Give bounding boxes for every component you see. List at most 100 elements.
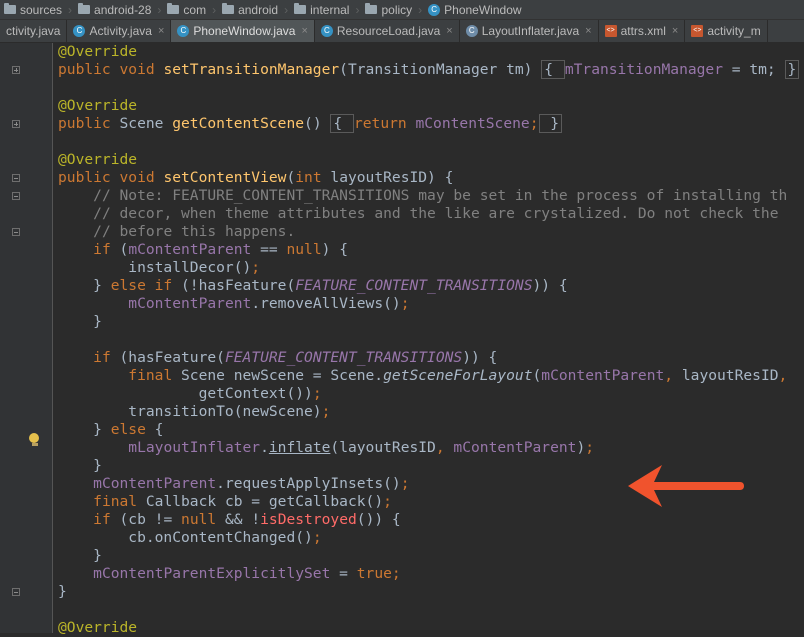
code-line[interactable]: public Scene getContentScene() { return … xyxy=(58,114,804,133)
fold-collapse-icon[interactable] xyxy=(12,192,20,200)
breadcrumb-item[interactable]: android xyxy=(218,0,284,19)
editor-tab[interactable]: ctivity.java xyxy=(0,20,68,42)
breadcrumb-item[interactable]: policy xyxy=(361,0,418,19)
code-line[interactable]: if (cb != null && !isDestroyed()) { xyxy=(58,511,804,529)
breadcrumb-label: android-28 xyxy=(94,2,152,17)
editor-tab[interactable]: C PhoneWindow.java × xyxy=(171,20,315,42)
code-line[interactable]: cb.onContentChanged(); xyxy=(58,529,804,547)
breadcrumb-label: internal xyxy=(310,2,350,17)
code-line[interactable]: @Override xyxy=(58,151,804,169)
code-token: Scene newScene = Scene. xyxy=(181,367,384,384)
code-line[interactable]: @Override xyxy=(58,97,804,115)
close-tab-icon[interactable]: × xyxy=(585,25,591,37)
editor-tab[interactable]: C LayoutInflater.java × xyxy=(460,20,599,42)
code-token: () xyxy=(304,115,331,132)
code-line[interactable]: } xyxy=(58,583,804,601)
breadcrumb-item[interactable]: C PhoneWindow xyxy=(424,0,527,19)
code-token: public void xyxy=(58,169,164,186)
code-line[interactable]: mContentParent.removeAllViews(); xyxy=(58,295,804,313)
fold-collapse-icon[interactable] xyxy=(12,588,20,596)
code-line[interactable]: // decor, when theme attributes and the … xyxy=(58,205,804,223)
code-line[interactable]: @Override xyxy=(58,43,804,61)
code-token: @Override xyxy=(58,151,138,168)
code-token: ; xyxy=(321,403,331,420)
code-token: } xyxy=(538,114,563,133)
code-line[interactable] xyxy=(58,133,804,151)
code-area[interactable]: @Override public void setTransitionManage… xyxy=(58,43,804,637)
code-token: inflate xyxy=(268,439,331,456)
code-token: } xyxy=(58,277,111,294)
code-line[interactable] xyxy=(58,601,804,619)
code-line[interactable]: } else if (!hasFeature(FEATURE_CONTENT_T… xyxy=(58,277,804,295)
close-tab-icon[interactable]: × xyxy=(446,25,452,37)
code-token: setTransitionManager xyxy=(163,61,340,78)
breadcrumb-item[interactable]: internal xyxy=(290,0,355,19)
breadcrumb-label: policy xyxy=(381,2,413,17)
code-line[interactable]: } xyxy=(58,313,804,331)
code-line[interactable]: // Note: FEATURE_CONTENT_TRANSITIONS may… xyxy=(58,187,804,205)
code-line[interactable]: // before this happens. xyxy=(58,223,804,241)
code-line[interactable] xyxy=(58,79,804,97)
code-token: if xyxy=(93,241,120,258)
folder-icon xyxy=(222,3,235,14)
code-line[interactable] xyxy=(58,331,804,349)
code-line[interactable]: if (mContentParent == null) { xyxy=(58,241,804,259)
code-line[interactable]: public void setTransitionManager(Transit… xyxy=(58,60,804,79)
lightbulb-icon[interactable] xyxy=(29,433,40,447)
breadcrumb-separator-icon: › xyxy=(157,2,162,17)
code-line[interactable]: @Override xyxy=(58,619,804,637)
code-line[interactable]: final Scene newScene = Scene.getSceneFor… xyxy=(58,367,804,385)
editor-gutter xyxy=(0,43,53,633)
close-tab-icon[interactable]: × xyxy=(301,25,307,37)
close-tab-icon[interactable]: × xyxy=(158,25,164,37)
code-token: setContentView xyxy=(163,169,287,186)
code-token: } xyxy=(58,421,111,438)
breadcrumb-separator-icon: › xyxy=(284,2,289,17)
code-token: mContentParentExplicitlySet xyxy=(93,565,331,582)
code-editor[interactable]: @Override public void setTransitionManage… xyxy=(0,43,804,636)
code-line[interactable]: mLayoutInflater.inflate(layoutResID, mCo… xyxy=(58,439,804,457)
code-line[interactable]: getContext()); xyxy=(58,385,804,403)
code-token: Scene xyxy=(119,115,173,132)
breadcrumb-item[interactable]: android-28 xyxy=(74,0,157,19)
breadcrumb-item[interactable]: sources xyxy=(0,0,68,19)
code-token: @Override xyxy=(58,43,138,60)
editor-tab[interactable]: <> attrs.xml × xyxy=(599,20,686,42)
code-token: && ! xyxy=(224,511,261,528)
code-line[interactable]: mContentParentExplicitlySet = true; xyxy=(58,565,804,583)
code-line[interactable]: if (hasFeature(FEATURE_CONTENT_TRANSITIO… xyxy=(58,349,804,367)
breadcrumb-item[interactable]: com xyxy=(163,0,212,19)
code-token: } xyxy=(58,547,102,564)
code-token: ; xyxy=(383,493,392,510)
fold-expand-icon[interactable] xyxy=(12,66,20,74)
fold-collapse-icon[interactable] xyxy=(12,174,20,182)
editor-tab[interactable]: C Activity.java × xyxy=(67,20,172,42)
code-token: ; xyxy=(529,115,539,132)
fold-collapse-icon[interactable] xyxy=(12,228,20,236)
editor-tab[interactable]: <> activity_m xyxy=(685,20,768,42)
editor-tab[interactable]: C ResourceLoad.java × xyxy=(315,20,460,42)
code-token: = xyxy=(330,565,357,582)
code-line[interactable]: } xyxy=(58,547,804,565)
code-token: mLayoutInflater xyxy=(128,439,261,456)
code-token: layoutResID xyxy=(681,367,779,384)
code-token: , xyxy=(435,439,454,456)
code-token: } xyxy=(784,60,800,79)
breadcrumb-label: sources xyxy=(20,2,63,17)
code-line[interactable]: } else { xyxy=(58,421,804,439)
code-line[interactable]: public void setContentView(int layoutRes… xyxy=(58,169,804,187)
code-line[interactable]: transitionTo(newScene); xyxy=(58,403,804,421)
tab-label: LayoutInflater.java xyxy=(481,24,580,38)
code-token: final xyxy=(93,493,146,510)
fold-expand-icon[interactable] xyxy=(12,120,20,128)
code-token: ) xyxy=(576,439,586,456)
close-tab-icon[interactable]: × xyxy=(672,25,678,37)
tab-label: PhoneWindow.java xyxy=(193,24,296,38)
code-token: (TransitionManager tm) xyxy=(339,61,542,78)
code-line[interactable]: installDecor(); xyxy=(58,259,804,277)
